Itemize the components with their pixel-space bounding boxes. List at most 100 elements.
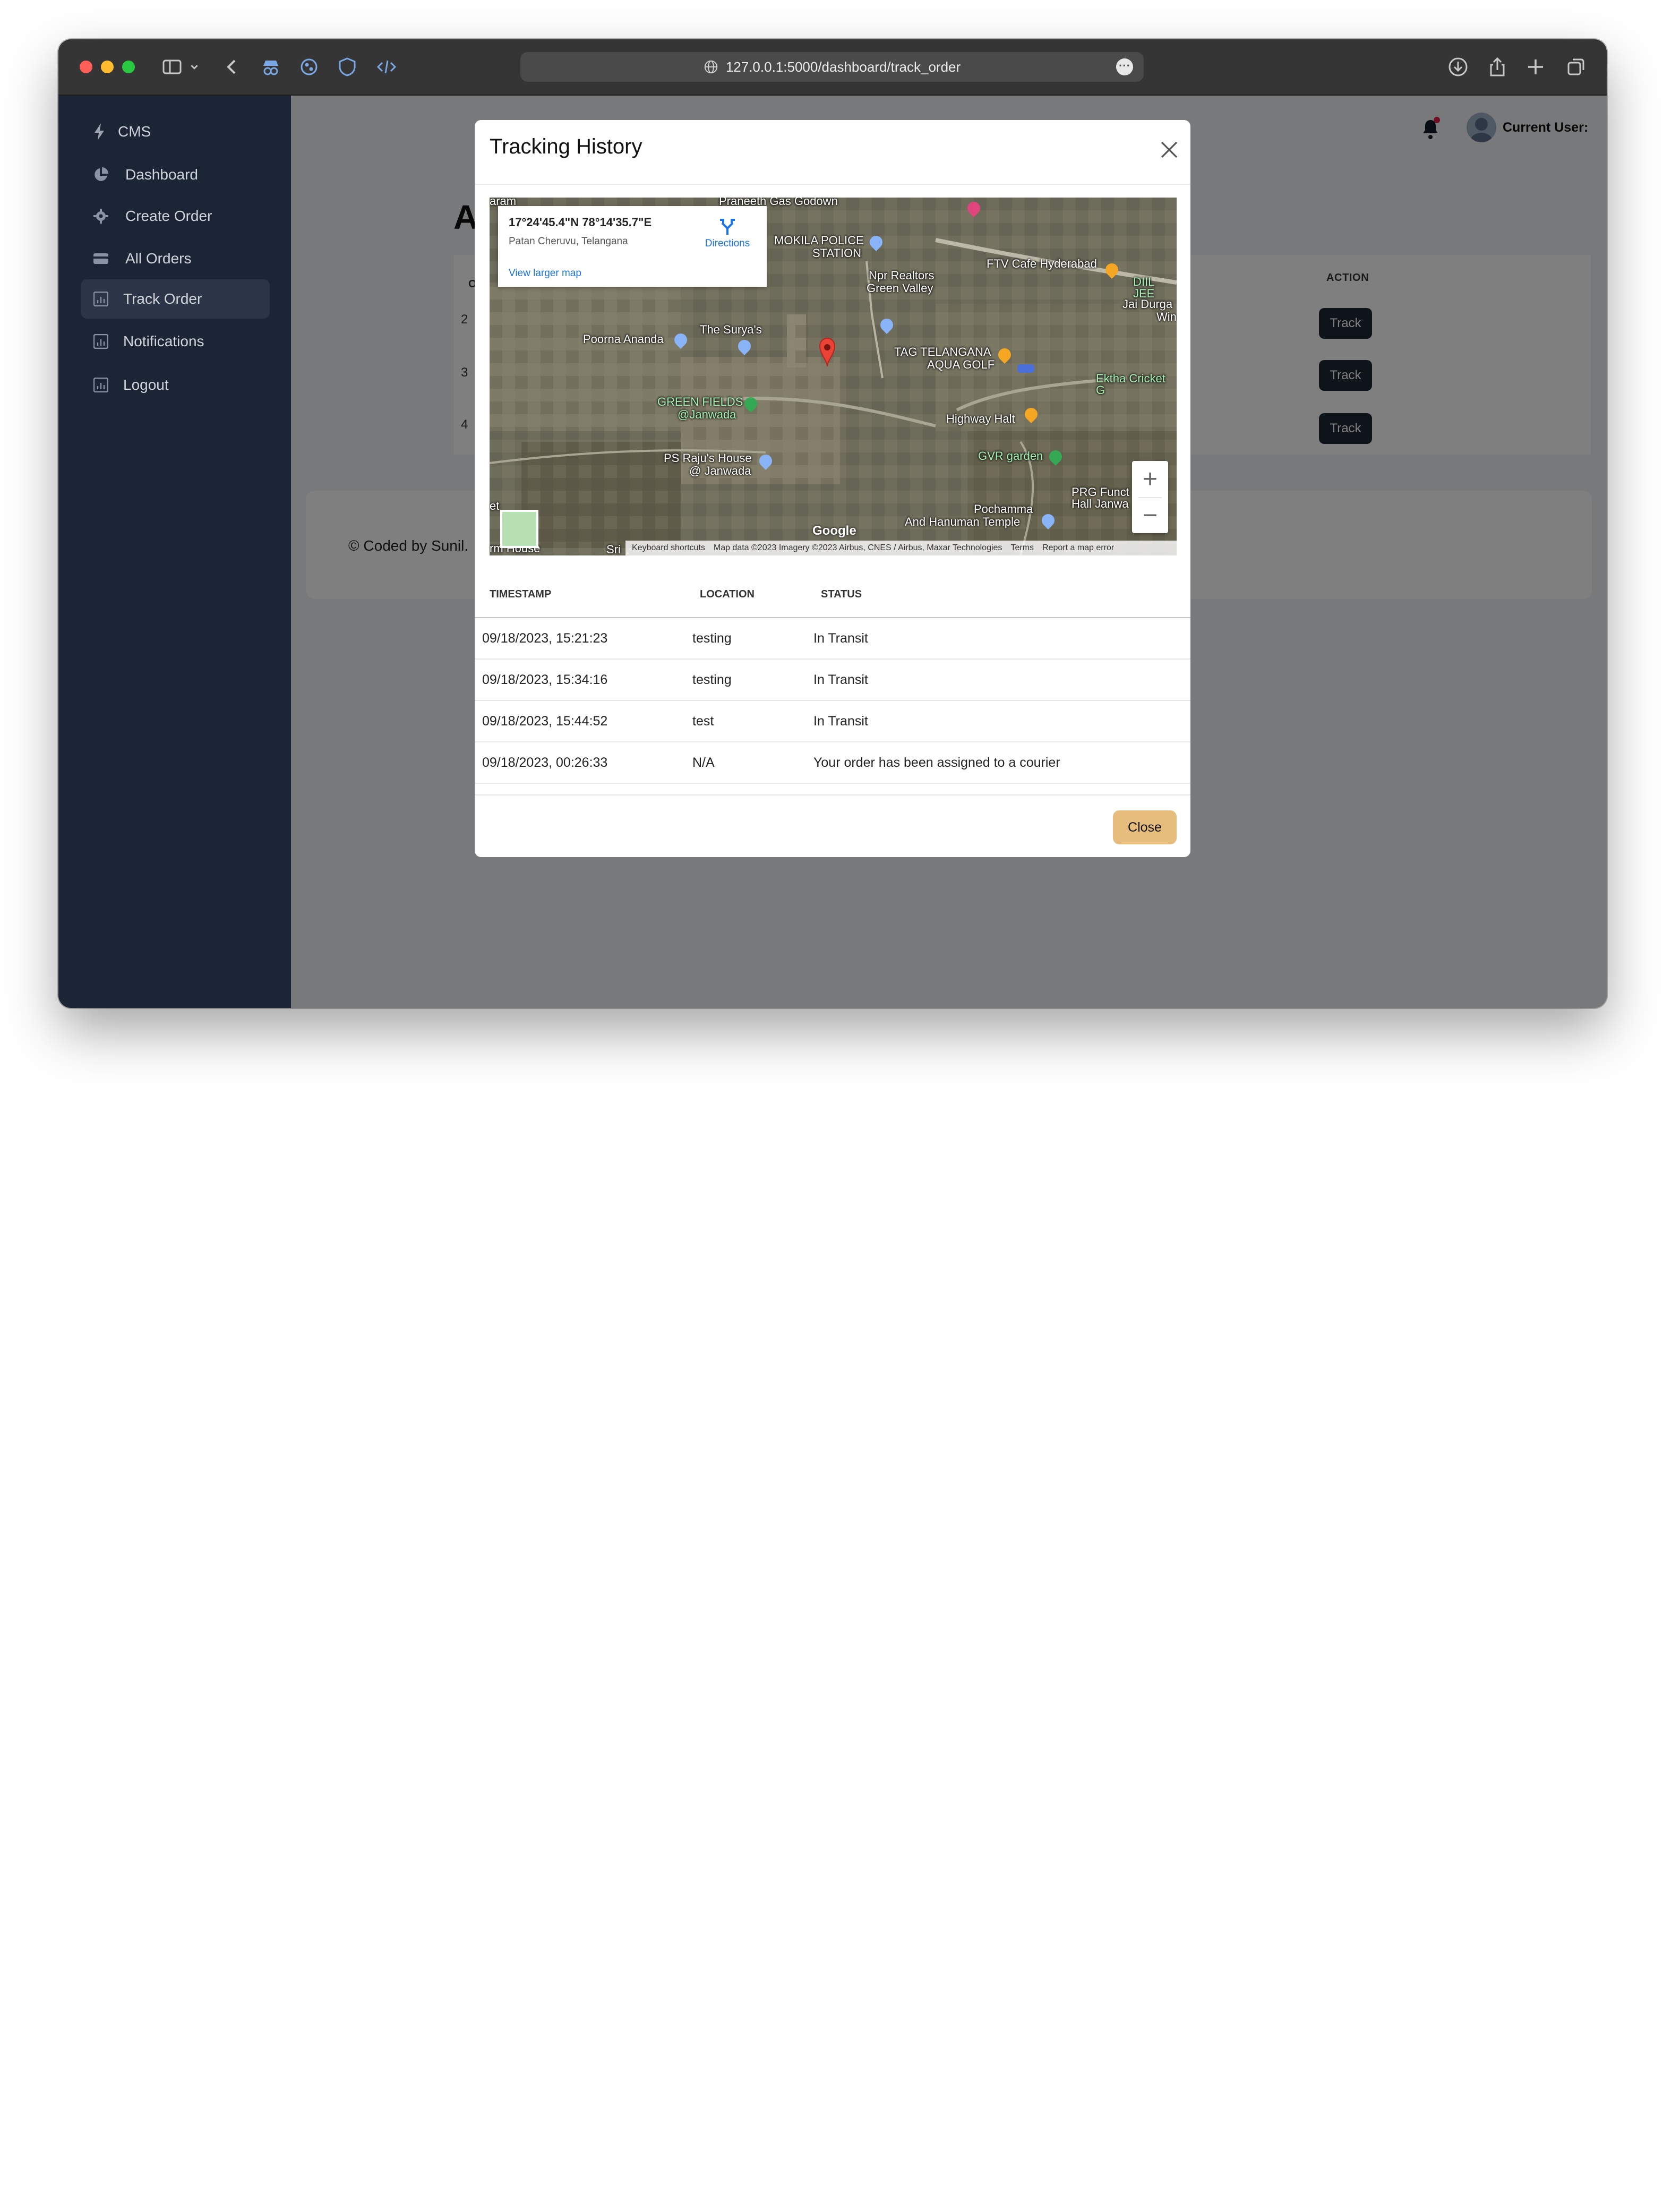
map-label: et <box>490 499 500 512</box>
extension-shield-icon[interactable] <box>335 54 360 80</box>
column-header-timestamp: TIMESTAMP <box>490 588 552 600</box>
browser-window: 127.0.0.1:5000/dashboard/track_order ···… <box>58 39 1607 1008</box>
map-label: MOKILA POLICE <box>774 234 864 247</box>
cell-timestamp: 09/18/2023, 15:44:52 <box>482 714 608 729</box>
map-data-text: Map data ©2023 Imagery ©2023 Airbus, CNE… <box>713 543 1002 552</box>
brand[interactable]: CMS <box>92 123 151 140</box>
map-label: TAG TELANGANA <box>894 345 991 358</box>
cell-timestamp: 09/18/2023, 15:21:23 <box>482 631 608 646</box>
modal-header: Tracking History <box>475 120 1190 185</box>
map-label: PS Raju's House <box>664 451 752 465</box>
keyboard-shortcuts-link[interactable]: Keyboard shortcuts <box>632 543 705 553</box>
extension-cookie-icon[interactable] <box>296 54 322 80</box>
directions-icon <box>720 219 735 235</box>
globe-icon <box>704 60 718 74</box>
chevron-down-icon[interactable] <box>187 54 202 80</box>
map-label: FTV Cafe Hyderabad <box>987 257 1097 270</box>
tab-overview-icon[interactable] <box>1563 54 1589 80</box>
zoom-out-button[interactable]: − <box>1132 497 1168 533</box>
map-label: AQUA GOLF <box>927 358 995 371</box>
bar-chart-icon <box>93 378 108 392</box>
gear-icon <box>93 209 108 224</box>
zoom-in-button[interactable]: + <box>1132 461 1168 497</box>
new-tab-icon[interactable] <box>1523 54 1548 80</box>
table-row: 09/18/2023, 15:21:23 testing In Transit <box>475 618 1190 660</box>
sidebar-item-label: Notifications <box>123 333 204 349</box>
tracking-history-modal: Tracking History aram Praneeth Gas Godow… <box>475 120 1190 857</box>
sidebar-item-label: Track Order <box>123 290 202 307</box>
directions-button[interactable]: Directions <box>700 217 755 250</box>
cell-location: N/A <box>692 755 715 770</box>
maximize-window-button[interactable] <box>122 61 135 73</box>
map-attribution: Keyboard shortcuts Map data ©2023 Imager… <box>625 541 1177 555</box>
cell-location: testing <box>692 672 732 687</box>
sidebar-item-label: Logout <box>123 377 169 393</box>
view-larger-map-link[interactable]: View larger map <box>509 268 581 279</box>
address-bar[interactable]: 127.0.0.1:5000/dashboard/track_order ··· <box>520 52 1144 82</box>
card-icon <box>93 253 108 264</box>
modal-title: Tracking History <box>490 135 642 158</box>
map-label: Highway Halt <box>946 412 1015 425</box>
brand-label: CMS <box>118 123 151 140</box>
sidebar-item-logout[interactable]: Logout <box>81 365 270 405</box>
bar-chart-icon <box>93 292 108 306</box>
terms-link[interactable]: Terms <box>1010 543 1034 553</box>
column-header-location: LOCATION <box>700 588 755 600</box>
map-coordinates: 17°24'45.4"N 78°14'35.7"E <box>509 216 652 229</box>
table-row: 09/18/2023, 15:34:16 testing In Transit <box>475 660 1190 701</box>
sidebar-item-notifications[interactable]: Notifications <box>81 322 270 361</box>
cell-location: test <box>692 714 714 729</box>
cell-timestamp: 09/18/2023, 00:26:33 <box>482 755 608 770</box>
map-label: GREEN FIELDS <box>657 395 743 408</box>
cell-timestamp: 09/18/2023, 15:34:16 <box>482 672 608 687</box>
map-label: PRG Funct <box>1072 485 1129 499</box>
sidebar: CMS Dashboard Create Order All Orders Tr… <box>58 96 291 1008</box>
sidebar-item-label: All Orders <box>125 250 192 267</box>
google-logo: Google <box>812 524 856 538</box>
sidebar-item-create-order[interactable]: Create Order <box>81 196 270 236</box>
minimize-window-button[interactable] <box>101 61 114 73</box>
cell-status: Your order has been assigned to a courie… <box>813 755 1060 770</box>
map-label: Sri <box>606 543 621 555</box>
bolt-icon <box>95 123 104 140</box>
map-place-name: Patan Cheruvu, Telangana <box>509 236 628 247</box>
browser-toolbar: 127.0.0.1:5000/dashboard/track_order ··· <box>58 39 1607 96</box>
more-options-icon[interactable]: ··· <box>1116 58 1133 75</box>
close-icon[interactable] <box>1159 139 1180 160</box>
map-label: DIIL JEE <box>1133 275 1155 300</box>
map-label: Npr Realtors <box>869 269 935 282</box>
sidebar-toggle-icon[interactable] <box>159 54 185 80</box>
map-label: @Janwada <box>678 408 736 421</box>
table-row: 09/18/2023, 00:26:33 N/A Your order has … <box>475 742 1190 784</box>
map-label: Pochamma <box>974 502 1033 516</box>
close-button[interactable]: Close <box>1113 810 1177 844</box>
map-label: The Surya's <box>700 323 762 336</box>
download-icon[interactable] <box>1445 54 1471 80</box>
map-info-card: 17°24'45.4"N 78°14'35.7"E Patan Cheruvu,… <box>498 206 767 287</box>
cell-status: In Transit <box>813 672 868 687</box>
sidebar-item-dashboard[interactable]: Dashboard <box>81 155 270 194</box>
table-row: 09/18/2023, 15:44:52 test In Transit <box>475 701 1190 742</box>
map-label: Ektha Cricket G <box>1096 372 1165 397</box>
zoom-control: + − <box>1132 461 1168 533</box>
map-label: Hall Janwa <box>1072 497 1129 510</box>
map-embed[interactable]: aram Praneeth Gas Godown MOKILA POLICE S… <box>490 198 1177 555</box>
tracking-history-table: TIMESTAMP LOCATION STATUS 09/18/2023, 15… <box>475 585 1190 784</box>
map-label: @ Janwada <box>689 464 751 477</box>
back-arrow-icon[interactable] <box>220 54 245 80</box>
close-window-button[interactable] <box>80 61 92 73</box>
map-label: Green Valley <box>867 281 933 295</box>
modal-footer: Close <box>475 794 1190 857</box>
extension-code-icon[interactable] <box>374 54 399 80</box>
extension-spy-icon[interactable] <box>258 54 284 80</box>
sidebar-item-all-orders[interactable]: All Orders <box>81 239 270 278</box>
pie-chart-icon <box>95 167 108 181</box>
map-type-toggle[interactable] <box>500 510 538 548</box>
cell-status: In Transit <box>813 631 868 646</box>
sidebar-item-track-order[interactable]: Track Order <box>81 279 270 319</box>
report-map-error-link[interactable]: Report a map error <box>1042 543 1114 553</box>
bar-chart-icon <box>93 334 108 349</box>
map-label: STATION <box>812 246 862 260</box>
share-icon[interactable] <box>1485 54 1510 80</box>
cell-status: In Transit <box>813 714 868 729</box>
